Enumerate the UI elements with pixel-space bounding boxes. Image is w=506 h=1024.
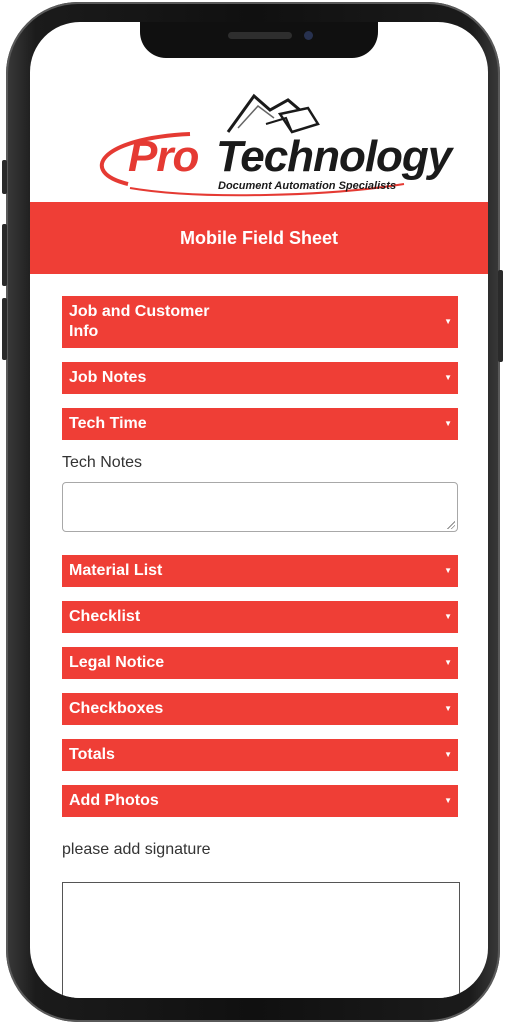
caret-down-icon: ▼	[444, 373, 452, 382]
signature-pad[interactable]	[62, 882, 460, 998]
section-label: Job Notes	[69, 369, 147, 386]
section-checkboxes[interactable]: Checkboxes ▼	[62, 693, 458, 725]
section-label: Checkboxes	[69, 700, 164, 717]
resize-handle-icon[interactable]	[447, 521, 455, 529]
caret-down-icon: ▼	[444, 658, 452, 667]
tech-notes-textarea[interactable]	[62, 482, 458, 532]
phone-frame: Pro Technology Document Automation Speci…	[2, 2, 503, 1022]
section-job-notes[interactable]: Job Notes ▼	[62, 362, 458, 394]
section-legal-notice[interactable]: Legal Notice ▼	[62, 647, 458, 679]
section-label: Totals	[69, 746, 115, 763]
speaker-grille	[228, 32, 292, 39]
volume-down-button	[2, 298, 7, 360]
section-totals[interactable]: Totals ▼	[62, 739, 458, 771]
tech-notes-label: Tech Notes	[62, 454, 143, 471]
protechnology-logo: Pro Technology Document Automation Speci…	[70, 88, 452, 200]
logo-tagline: Document Automation Specialists	[218, 180, 397, 192]
power-button	[498, 270, 503, 362]
section-label: Tech Time	[69, 415, 147, 432]
section-label: Material List	[69, 562, 163, 579]
section-tech-time[interactable]: Tech Time ▼	[62, 408, 458, 440]
silent-switch	[2, 160, 7, 194]
section-add-photos[interactable]: Add Photos ▼	[62, 785, 458, 817]
logo-pro-text: Pro	[128, 132, 199, 181]
caret-down-icon: ▼	[444, 419, 452, 428]
caret-down-icon: ▼	[444, 796, 452, 805]
section-label: Job and Customer Info	[69, 303, 210, 340]
section-label: Add Photos	[69, 792, 159, 809]
front-camera	[304, 31, 313, 40]
signature-label: please add signature	[62, 841, 211, 858]
notch	[140, 22, 378, 58]
section-checklist[interactable]: Checklist ▼	[62, 601, 458, 633]
caret-down-icon: ▼	[444, 750, 452, 759]
section-label: Checklist	[69, 608, 141, 625]
volume-up-button	[2, 224, 7, 286]
logo-technology-text: Technology	[216, 132, 452, 181]
section-job-customer-info[interactable]: Job and Customer Info ▼	[62, 296, 458, 348]
screen: Pro Technology Document Automation Speci…	[30, 22, 488, 998]
page-header: Mobile Field Sheet	[30, 202, 488, 274]
section-material-list[interactable]: Material List ▼	[62, 555, 458, 587]
caret-down-icon: ▼	[444, 566, 452, 575]
page-title: Mobile Field Sheet	[179, 227, 339, 248]
caret-down-icon: ▼	[444, 612, 452, 621]
caret-down-icon: ▼	[444, 704, 452, 713]
caret-down-icon: ▼	[444, 317, 452, 326]
section-label: Legal Notice	[69, 654, 165, 671]
